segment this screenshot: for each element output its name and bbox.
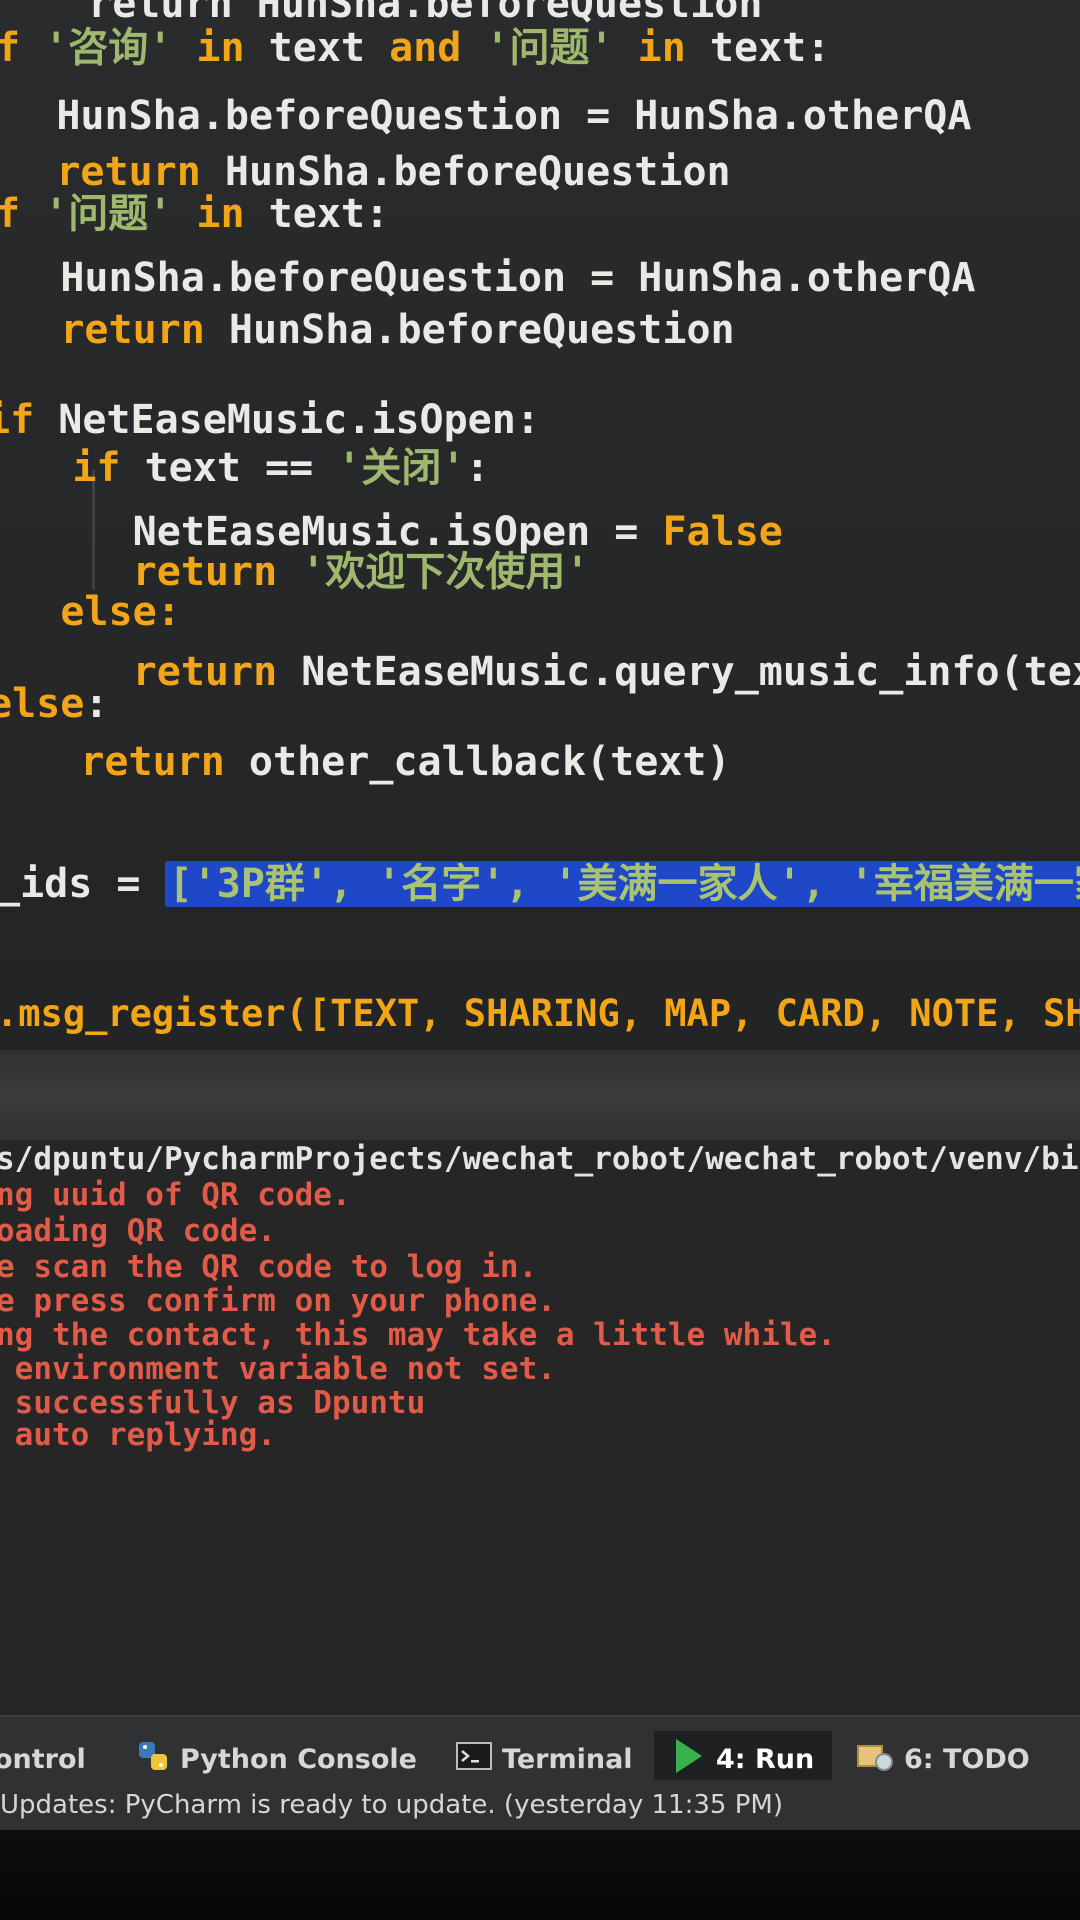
- console-line-7: auto replying.: [0, 1417, 276, 1453]
- console-path: s/dpuntu/PycharmProjects/wechat_robot/we…: [0, 1141, 1079, 1177]
- code-editor[interactable]: return HunSha.beforeQuestion f '咨询' in t…: [0, 0, 1080, 1050]
- tab-todo[interactable]: 6: TODO: [856, 1731, 1030, 1787]
- code-line-11: else:: [60, 589, 181, 635]
- code-line-6: return HunSha.beforeQuestion: [60, 307, 735, 353]
- console-line-6: successfully as Dpuntu: [0, 1385, 426, 1421]
- code-line-13: else:: [0, 681, 109, 727]
- code-line-2: HunSha.beforeQuestion = HunSha.otherQA: [0, 93, 972, 139]
- code-line-16: .msg_register([TEXT, SHARING, MAP, CARD,…: [0, 992, 1080, 1035]
- run-console[interactable]: s/dpuntu/PycharmProjects/wechat_robot/we…: [0, 1140, 1080, 1715]
- console-line-2: e scan the QR code to log in.: [0, 1249, 538, 1285]
- tab-terminal[interactable]: Terminal: [456, 1731, 633, 1787]
- status-bar: Updates: PyCharm is ready to update. (ye…: [0, 1780, 1080, 1830]
- console-line-3: e press confirm on your phone.: [0, 1283, 556, 1319]
- python-icon: [136, 1739, 170, 1780]
- tab-run[interactable]: 4: Run: [654, 1731, 833, 1787]
- code-line-8: if text == '关闭':: [72, 445, 490, 491]
- terminal-icon: [456, 1741, 492, 1777]
- selected-text: ['3P群', '名字', '美满一家人', '幸福美满一家人']: [164, 861, 1080, 907]
- code-line-14: return other_callback(text): [0, 739, 731, 785]
- console-line-0: ng uuid of QR code.: [0, 1177, 351, 1213]
- code-line-4: f '问题' in text:: [0, 191, 390, 237]
- code-line-3: return HunSha.beforeQuestion: [56, 149, 731, 195]
- tab-python-console-label: Python Console: [180, 1743, 417, 1775]
- tab-python-console[interactable]: Python Console: [136, 1731, 417, 1787]
- console-line-5: environment variable not set.: [0, 1351, 556, 1387]
- code-line-7: if NetEaseMusic.isOpen:: [0, 397, 540, 443]
- code-line-10: return '欢迎下次使用': [132, 549, 590, 595]
- console-line-4: ng the contact, this may take a little w…: [0, 1317, 836, 1353]
- code-line-0: return HunSha.beforeQuestion: [40, 0, 763, 27]
- code-line-5: HunSha.beforeQuestion = HunSha.otherQA: [0, 255, 976, 301]
- tab-version-control-label: ontrol: [0, 1743, 86, 1775]
- code-line-1: f '咨询' in text and '问题' in text:: [0, 25, 831, 71]
- code-line-15: _ids = ['3P群', '名字', '美满一家人', '幸福美满一家人']: [0, 861, 1080, 907]
- tab-terminal-label: Terminal: [502, 1743, 633, 1775]
- tab-todo-label: 6: TODO: [904, 1743, 1030, 1775]
- console-line-1: oading QR code.: [0, 1213, 276, 1249]
- tab-version-control[interactable]: ontrol: [0, 1731, 86, 1787]
- todo-icon: [856, 1740, 894, 1779]
- screen-bezel: [0, 1830, 1080, 1920]
- status-update-message[interactable]: Updates: PyCharm is ready to update. (ye…: [0, 1790, 783, 1820]
- tab-run-label: 4: Run: [716, 1743, 815, 1775]
- code-line-12: return NetEaseMusic.query_music_info(tex…: [132, 649, 1080, 695]
- run-icon: [672, 1737, 706, 1782]
- panel-splitter[interactable]: [0, 1050, 1080, 1140]
- code-line-9: NetEaseMusic.isOpen = False: [0, 509, 783, 555]
